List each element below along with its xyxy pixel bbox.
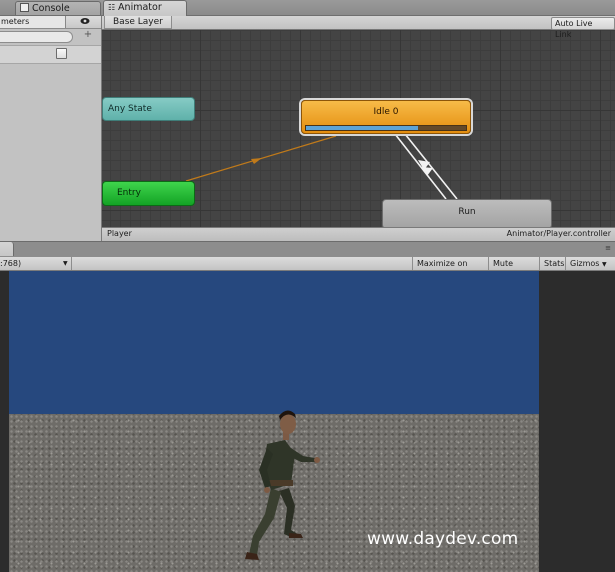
- transition-arrowhead: [421, 167, 433, 176]
- game-view-letterbox-right: [539, 271, 615, 572]
- sky: [9, 271, 539, 414]
- state-entry[interactable]: Entry: [102, 181, 195, 206]
- game-viewport[interactable]: [9, 271, 539, 572]
- state-progress-bar: [305, 125, 467, 131]
- gizmos-dropdown[interactable]: Gizmos ▼: [565, 257, 615, 270]
- state-any-state[interactable]: Any State: [102, 97, 195, 121]
- maximize-on-play-toggle[interactable]: Maximize on Play: [412, 257, 488, 281]
- watermark-text: www.daydev.com: [367, 529, 519, 549]
- game-tab-strip: [0, 241, 615, 258]
- layer-breadcrumb[interactable]: Base Layer: [104, 16, 172, 29]
- state-idle-label: Idle 0: [373, 107, 399, 117]
- auto-live-link-toggle[interactable]: Auto Live Link: [551, 17, 615, 39]
- graph-toolbar: [102, 16, 615, 30]
- game-view-letterbox-left: [0, 271, 9, 572]
- state-progress-fill: [306, 126, 418, 130]
- status-selected-object: Player: [107, 229, 132, 238]
- run-to-idle-transition[interactable]: [404, 133, 458, 200]
- stats-toggle[interactable]: Stats: [539, 257, 565, 270]
- panel-menu-icon[interactable]: ≡: [603, 244, 613, 252]
- aspect-ratio-dropdown[interactable]: :768): [0, 257, 72, 270]
- status-controller-path: Animator/Player.controller: [506, 229, 611, 238]
- player-character: [245, 410, 320, 560]
- gizmos-label: Gizmos: [570, 259, 600, 268]
- dropdown-arrow-icon: ▼: [63, 260, 68, 267]
- state-run[interactable]: Run: [382, 199, 552, 229]
- dropdown-arrow-icon: ▼: [602, 261, 607, 268]
- idle-to-run-transition[interactable]: [394, 133, 447, 200]
- transition-arrowhead: [251, 158, 262, 164]
- mute-audio-toggle[interactable]: Mute audio: [488, 257, 539, 281]
- state-idle[interactable]: Idle 0: [301, 100, 471, 134]
- tab-game[interactable]: [0, 242, 14, 256]
